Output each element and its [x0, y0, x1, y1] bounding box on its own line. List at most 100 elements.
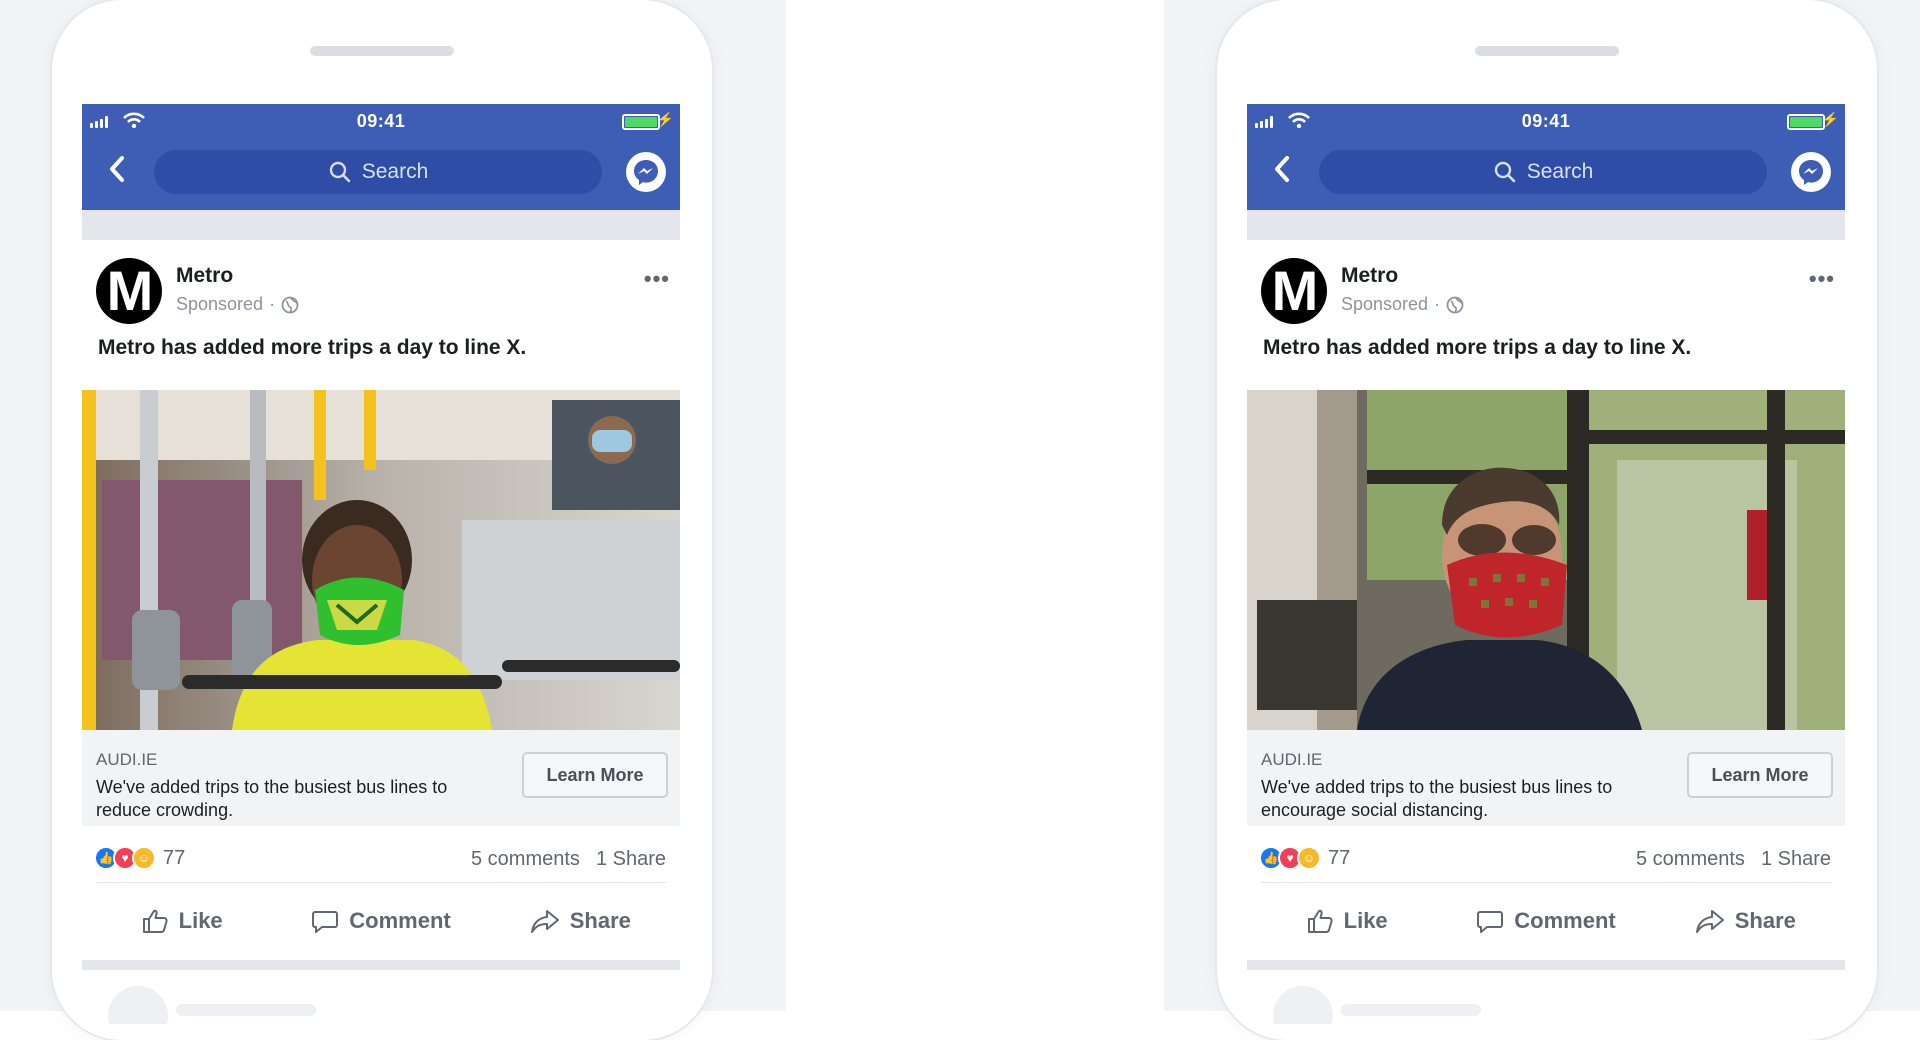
thumbs-up-icon	[142, 909, 168, 933]
phone-screen: 09:41 ⚡ Search M Metro Sponsored · ••• M…	[82, 104, 680, 1024]
avatar[interactable]: M	[96, 258, 162, 324]
phone-screen: 09:41 ⚡ Search M Metro Sponsored · ••• M…	[1247, 104, 1845, 1024]
comment-icon	[312, 911, 339, 933]
divider	[96, 882, 666, 883]
post-actions: Like Comment Share	[1247, 888, 1845, 954]
sponsored-label: Sponsored	[176, 294, 264, 314]
like-label: Like	[178, 908, 223, 933]
post-actions: Like Comment Share	[82, 888, 680, 954]
facebook-header: 09:41 ⚡ Search	[82, 104, 680, 210]
link-domain: AUDI.IE	[96, 750, 158, 769]
share-button[interactable]: Share	[481, 907, 680, 935]
search-icon	[329, 161, 351, 183]
charging-icon: ⚡	[656, 111, 674, 127]
comment-label: Comment	[1514, 908, 1616, 933]
man-bus-photo	[1247, 390, 1845, 730]
status-bar: 09:41 ⚡	[1247, 104, 1845, 136]
next-post-placeholder	[1247, 970, 1845, 1024]
link-description: We've added trips to the busiest bus lin…	[1261, 777, 1613, 820]
phone-mockup-left: 09:41 ⚡ Search M Metro Sponsored · ••• M…	[52, 0, 712, 1040]
reaction-count: 77	[1328, 846, 1351, 869]
reaction-summary[interactable]: 👍 ♥ ☺ 77	[94, 846, 185, 870]
avatar[interactable]: M	[1261, 258, 1327, 324]
like-button[interactable]: Like	[1247, 907, 1446, 935]
status-time: 09:41	[1521, 111, 1571, 131]
link-domain: AUDI.IE	[1261, 750, 1323, 769]
search-input[interactable]: Search	[1319, 150, 1767, 194]
more-options-icon[interactable]: •••	[1809, 266, 1835, 292]
post-text: Metro has added more trips a day to line…	[98, 336, 527, 359]
engagement-counts: 👍 ♥ ☺ 77 5 comments 1 Share	[1247, 826, 1845, 882]
comments-shares: 5 comments 1 Share	[1636, 848, 1831, 871]
shares-count[interactable]: 1 Share	[1761, 848, 1831, 870]
phone-speaker	[1475, 46, 1619, 56]
search-placeholder: Search	[361, 160, 429, 183]
page-name[interactable]: Metro	[176, 264, 233, 288]
globe-icon	[1446, 296, 1464, 313]
comment-label: Comment	[349, 908, 451, 933]
haha-reaction-icon: ☺	[132, 846, 156, 870]
messenger-button[interactable]	[1791, 152, 1831, 192]
share-icon	[530, 910, 559, 933]
comment-icon	[1477, 911, 1504, 933]
search-input[interactable]: Search	[154, 150, 602, 194]
facebook-header: 09:41 ⚡ Search	[1247, 104, 1845, 210]
status-time: 09:41	[356, 111, 406, 131]
phone-speaker	[310, 46, 454, 56]
haha-reaction-icon: ☺	[1297, 846, 1321, 870]
reaction-summary[interactable]: 👍 ♥ ☺ 77	[1259, 846, 1350, 870]
placeholder-line	[176, 1004, 316, 1016]
sponsored-post: M Metro Sponsored · ••• Metro has added …	[1247, 240, 1845, 960]
share-label: Share	[569, 908, 631, 933]
page-name[interactable]: Metro	[1341, 264, 1398, 288]
messenger-icon	[634, 160, 658, 185]
sponsored-line: Sponsored ·	[1341, 294, 1464, 315]
battery-icon	[1787, 114, 1825, 130]
battery-icon	[622, 114, 660, 130]
shares-count[interactable]: 1 Share	[596, 848, 666, 870]
status-bar: 09:41 ⚡	[82, 104, 680, 136]
learn-more-button[interactable]: Learn More	[522, 752, 668, 798]
thumbs-up-icon	[1307, 909, 1333, 933]
post-text: Metro has added more trips a day to line…	[1263, 336, 1692, 359]
link-description: We've added trips to the busiest bus lin…	[96, 777, 448, 820]
placeholder-avatar	[1273, 986, 1333, 1024]
placeholder-line	[1341, 1004, 1481, 1016]
chevron-left-icon	[1275, 156, 1289, 182]
next-post-placeholder	[82, 970, 680, 1024]
comments-count[interactable]: 5 comments	[471, 848, 580, 870]
search-icon	[1494, 161, 1516, 183]
reaction-count: 77	[163, 846, 186, 869]
engagement-counts: 👍 ♥ ☺ 77 5 comments 1 Share	[82, 826, 680, 882]
sponsored-post: M Metro Sponsored · ••• Metro has added …	[82, 240, 680, 960]
back-button[interactable]	[102, 154, 132, 184]
post-photo[interactable]	[82, 390, 680, 730]
like-label: Like	[1343, 908, 1388, 933]
comment-button[interactable]: Comment	[281, 907, 480, 935]
messenger-icon	[1799, 160, 1823, 185]
share-button[interactable]: Share	[1646, 907, 1845, 935]
more-options-icon[interactable]: •••	[644, 266, 670, 292]
charging-icon: ⚡	[1821, 111, 1839, 127]
placeholder-avatar	[108, 986, 168, 1024]
post-photo[interactable]	[1247, 390, 1845, 730]
back-button[interactable]	[1267, 154, 1297, 184]
separator-dot: ·	[1434, 294, 1441, 314]
learn-more-button[interactable]: Learn More	[1687, 752, 1833, 798]
sponsored-label: Sponsored	[1341, 294, 1429, 314]
like-button[interactable]: Like	[82, 907, 281, 935]
chevron-left-icon	[110, 156, 124, 182]
share-label: Share	[1734, 908, 1796, 933]
comments-count[interactable]: 5 comments	[1636, 848, 1745, 870]
comments-shares: 5 comments 1 Share	[471, 848, 666, 871]
search-placeholder: Search	[1526, 160, 1594, 183]
separator-dot: ·	[269, 294, 276, 314]
woman-bus-photo	[82, 390, 680, 730]
link-preview[interactable]: AUDI.IE We've added trips to the busiest…	[1247, 730, 1845, 826]
phone-mockup-right: 09:41 ⚡ Search M Metro Sponsored · ••• M…	[1217, 0, 1877, 1040]
comment-button[interactable]: Comment	[1446, 907, 1645, 935]
messenger-button[interactable]	[626, 152, 666, 192]
link-preview[interactable]: AUDI.IE We've added trips to the busiest…	[82, 730, 680, 826]
sponsored-line: Sponsored ·	[176, 294, 299, 315]
share-icon	[1695, 910, 1724, 933]
